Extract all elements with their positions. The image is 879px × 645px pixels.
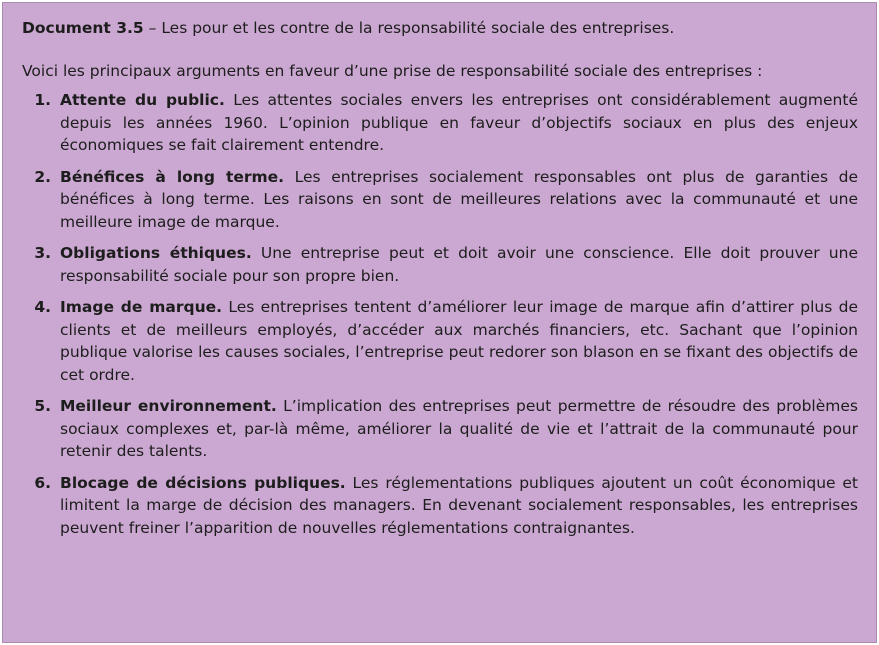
list-item: 5. Meilleur environnement. L’implication… [22,395,858,463]
item-text: Bénéfices à long terme. Les entreprises … [60,166,858,234]
item-number: 5. [34,397,51,415]
item-text: Meilleur environnement. L’implication de… [60,395,858,463]
list-item: 6. Blocage de décisions publiques. Les r… [22,472,858,540]
item-heading: Attente du public. [60,91,225,109]
item-number: 2. [34,167,51,186]
item-text: Obligations éthiques. Une entreprise peu… [60,242,858,287]
item-heading: Bénéfices à long terme. [60,167,285,186]
item-text: Attente du public. Les attentes sociales… [60,89,858,157]
item-heading: Image de marque. [60,298,223,316]
intro-paragraph: Voici les principaux arguments en faveur… [22,62,763,80]
item-text: Image de marque. Les entreprises tentent… [60,296,858,386]
item-heading: Obligations éthiques. [60,244,252,262]
arguments-list: 1. Attente du public. Les attentes socia… [22,89,858,539]
item-number: 3. [34,244,51,262]
document-box: Document 3.5 – Les pour et les contre de… [2,2,877,643]
item-number: 1. [34,91,51,109]
list-item: 3. Obligations éthiques. Une entreprise … [22,242,858,287]
list-item: 2. Bénéfices à long terme. Les entrepris… [22,166,858,234]
list-item: 4. Image de marque. Les entreprises tent… [22,296,858,386]
item-number: 4. [34,298,51,316]
item-text: Blocage de décisions publiques. Les régl… [60,472,858,540]
document-title: Document 3.5 – Les pour et les contre de… [22,17,858,40]
document-title-text: Les pour et les contre de la responsabil… [161,19,675,37]
document-label: Document 3.5 [22,19,144,37]
item-number: 6. [34,473,51,492]
item-heading: Blocage de décisions publiques. [60,473,346,492]
list-item: 1. Attente du public. Les attentes socia… [22,89,858,157]
title-separator: – [143,19,162,37]
item-heading: Meilleur environnement. [60,397,277,415]
